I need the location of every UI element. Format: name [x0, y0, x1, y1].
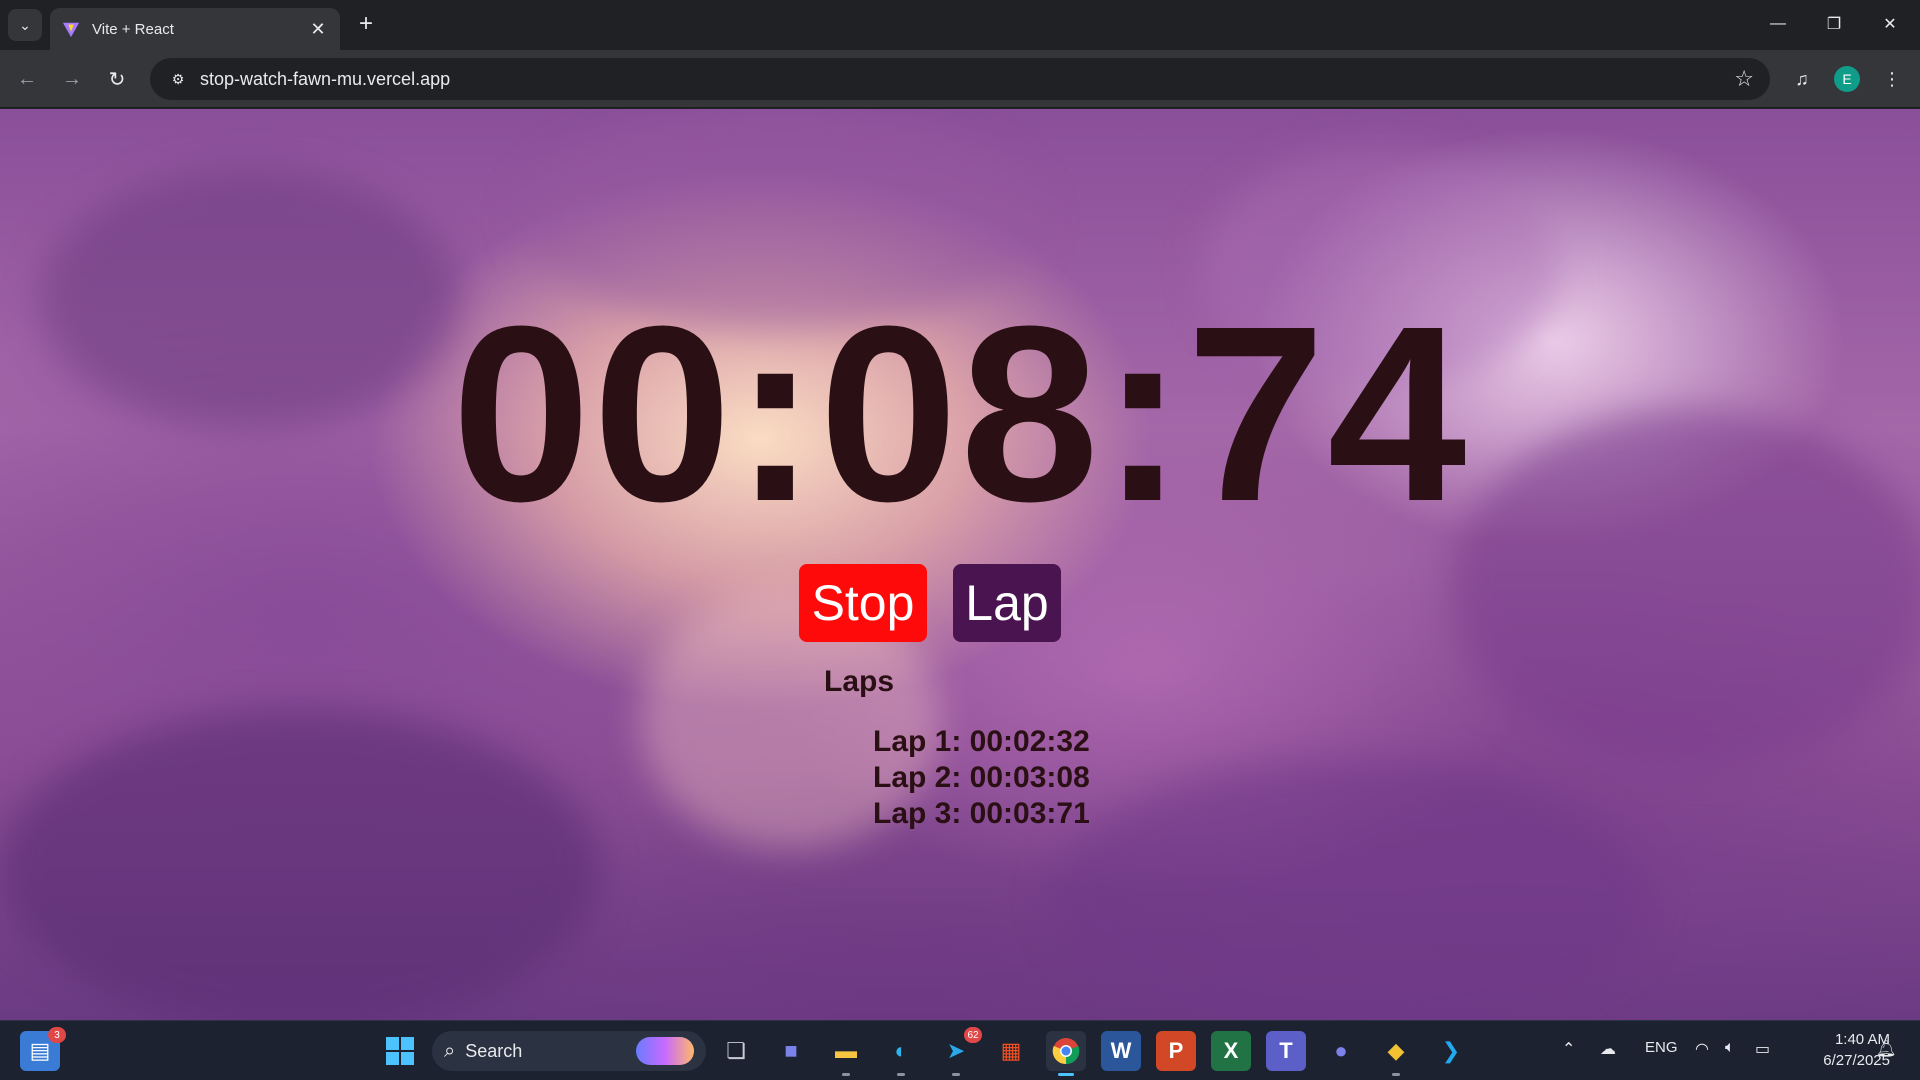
address-bar[interactable]: ⚙ stop-watch-fawn-mu.vercel.app ☆	[150, 58, 1770, 100]
telegram-icon[interactable]: ➤ 62	[936, 1027, 982, 1076]
teams-icon[interactable]: T	[1266, 1031, 1306, 1071]
clock-date: 6/27/2025	[1823, 1052, 1890, 1069]
cloud-shape	[0, 709, 600, 1020]
profile-avatar[interactable]: E	[1834, 66, 1860, 92]
search-label: Search	[465, 1040, 523, 1061]
chrome-icon[interactable]	[1046, 1031, 1086, 1076]
file-explorer-icon[interactable]: ▬	[826, 1031, 866, 1076]
back-arrow-icon[interactable]: ←	[10, 62, 44, 96]
word-icon[interactable]: W	[1101, 1031, 1141, 1071]
search-highlight-icon	[636, 1037, 694, 1065]
powerpoint-icon[interactable]: P	[1156, 1031, 1196, 1071]
volume-icon[interactable]: 🔈︎	[1725, 1039, 1735, 1057]
widgets-badge: 3	[48, 1027, 66, 1043]
browser-tab[interactable]: Vite + React ✕	[50, 8, 340, 50]
tab-close-icon[interactable]: ✕	[308, 19, 328, 40]
media-controls-icon[interactable]: ♫	[1785, 62, 1819, 96]
lap-item: Lap 2: 00:03:08	[873, 761, 1090, 794]
tab-strip: ⌄ Vite + React ✕ + — ❐ ✕	[0, 0, 1920, 50]
system-clock[interactable]: 1:40 AM 6/27/2025	[1790, 1029, 1890, 1071]
task-view-icon[interactable]: ❏	[716, 1031, 756, 1071]
stopwatch-display: 00:08:74	[451, 274, 1469, 553]
clock-time: 1:40 AM	[1834, 1031, 1890, 1048]
widgets-icon[interactable]: ▤ 3	[20, 1027, 66, 1071]
windows-logo-icon	[386, 1037, 414, 1065]
search-icon: ⌕	[444, 1039, 456, 1062]
wifi-icon[interactable]: ◠	[1695, 1039, 1709, 1059]
new-tab-button[interactable]: +	[352, 11, 380, 39]
chevron-down-icon: ⌄	[19, 16, 31, 33]
meet-icon[interactable]: ■	[771, 1031, 811, 1071]
taskbar: ▤ 3 ⌕ Search ❏ ■ ▬ ◐ ➤ 62 ▦ W P X T ● ◆ ❯…	[0, 1020, 1920, 1080]
close-window-icon[interactable]: ✕	[1862, 0, 1918, 48]
browser-toolbar: ← → ↻ ⚙ stop-watch-fawn-mu.vercel.app ☆ …	[0, 50, 1920, 108]
language-indicator[interactable]: ENG	[1645, 1039, 1678, 1056]
store-icon[interactable]: ▦	[991, 1031, 1031, 1071]
minimize-icon[interactable]: —	[1750, 0, 1806, 48]
site-info-icon[interactable]: ⚙	[166, 67, 190, 91]
page-viewport: 00:08:74 Stop Lap Laps Lap 1: 00:02:32 L…	[0, 109, 1920, 1020]
taskbar-search[interactable]: ⌕ Search	[432, 1031, 706, 1071]
battery-icon[interactable]: ▭	[1755, 1039, 1770, 1059]
url-text[interactable]: stop-watch-fawn-mu.vercel.app	[200, 69, 1734, 90]
vscode-icon[interactable]: ❯	[1431, 1031, 1471, 1071]
cloud-shape	[1050, 759, 1650, 1020]
lap-button[interactable]: Lap	[953, 564, 1061, 642]
lap-item: Lap 1: 00:02:32	[873, 725, 1090, 758]
stopwatch-controls: Stop Lap	[0, 564, 1920, 642]
kebab-menu-icon[interactable]: ⋮	[1875, 62, 1909, 96]
tab-search-button[interactable]: ⌄	[8, 9, 42, 41]
notification-bell-icon[interactable]: 🔔︎	[1876, 1039, 1896, 1059]
restore-icon[interactable]: ❐	[1806, 0, 1862, 48]
chrome-logo-icon	[1052, 1038, 1080, 1065]
bookmark-star-icon[interactable]: ☆	[1734, 66, 1754, 92]
forward-arrow-icon[interactable]: →	[55, 62, 89, 96]
telegram-badge: 62	[964, 1027, 982, 1043]
git-icon[interactable]: ◆	[1376, 1031, 1416, 1076]
stop-button[interactable]: Stop	[799, 564, 927, 642]
laps-list: Lap 1: 00:02:32 Lap 2: 00:03:08 Lap 3: 0…	[873, 724, 1090, 832]
tab-title: Vite + React	[92, 20, 174, 38]
vite-logo-icon	[62, 22, 80, 38]
excel-icon[interactable]: X	[1211, 1031, 1251, 1071]
reload-icon[interactable]: ↻	[100, 62, 134, 96]
teams-classic-icon[interactable]: ●	[1321, 1031, 1361, 1071]
windows-start-icon[interactable]	[380, 1031, 420, 1071]
lap-item: Lap 3: 00:03:71	[873, 797, 1090, 830]
onedrive-cloud-icon[interactable]: ☁	[1600, 1039, 1616, 1059]
laps-heading: Laps	[824, 665, 895, 698]
chevron-up-icon[interactable]: ⌃	[1562, 1039, 1575, 1059]
edge-icon[interactable]: ◐	[881, 1031, 921, 1076]
